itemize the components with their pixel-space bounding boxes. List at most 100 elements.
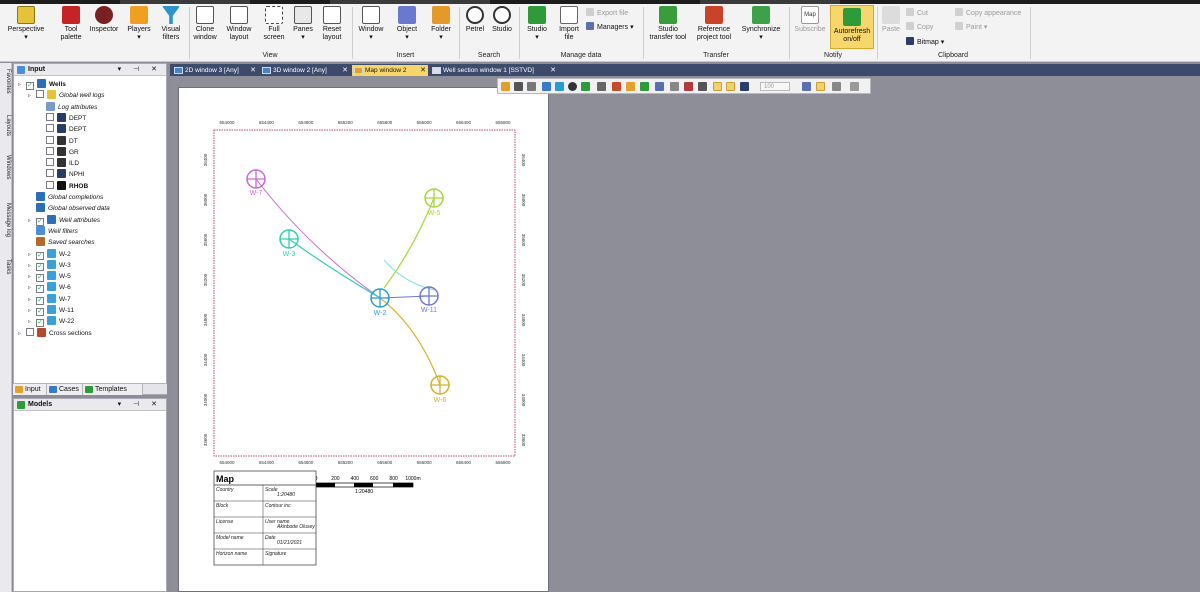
well-marker[interactable]: W-6 [430,375,450,404]
visibility-checkbox[interactable] [46,112,54,121]
zoom-icon[interactable] [568,82,577,91]
close-icon[interactable]: ✕ [342,65,348,76]
close-icon[interactable]: ✕ [420,65,426,76]
tree-item[interactable]: ILD [38,158,79,169]
tree-item[interactable]: GR [38,146,79,158]
tab-templates[interactable]: Templates [83,384,143,395]
tree-item[interactable]: Saved searches [28,237,95,248]
autorefresh-button[interactable]: Autorefresh on/off [830,5,874,49]
petrel-search-button[interactable]: Petrel [462,6,488,34]
visibility-checkbox[interactable] [46,180,54,189]
home-icon[interactable] [542,82,551,91]
tool-palette-button[interactable]: Tool palette [54,6,88,42]
visibility-checkbox[interactable]: ✓ [36,285,44,294]
tab-well-section-window-1[interactable]: Well section window 1 [SSTVD] ✕ [430,65,558,76]
zoom-value-field[interactable]: 100 [760,82,790,91]
side-tab-message-log[interactable]: Message log [1,203,11,237]
reset-layout-button[interactable]: Reset layout [318,6,346,42]
pick-icon[interactable] [527,82,536,91]
settings-icon[interactable] [655,82,664,91]
perspective-button[interactable]: Perspective ▾ [6,6,46,42]
copy-appearance-button[interactable]: Copy appearance [955,8,1021,18]
tree-item[interactable]: ▹ Cross sections [18,327,92,340]
subscribe-button[interactable]: Map Subscribe [792,6,828,34]
bitmap-button[interactable]: Bitmap ▾ [906,37,944,47]
tree-item[interactable]: ▹ Global well logs [28,90,105,101]
visibility-checkbox[interactable] [46,146,54,155]
visibility-checkbox[interactable]: ✓ [36,262,44,271]
fit-icon[interactable] [581,82,590,91]
side-tab-tasks[interactable]: Tasks [1,259,11,274]
managers-button[interactable]: Managers ▾ [586,22,634,32]
view-icon[interactable] [597,82,606,91]
pin-icon[interactable] [850,82,859,91]
paint-button[interactable]: Paint ▾ [955,22,987,32]
visibility-checkbox[interactable] [36,90,44,99]
expand-arrow-icon[interactable]: ▹ [18,329,26,340]
tree-item[interactable]: ▹ ✓ Wells [18,79,66,90]
tree-item[interactable]: ▹ ✓ W-6 [28,282,71,294]
grid-icon[interactable] [802,82,811,91]
visibility-checkbox[interactable]: ✓ [36,274,44,283]
reference-project-tool-button[interactable]: Reference project tool [692,6,736,42]
close-icon[interactable]: ✕ [550,65,556,76]
studio-transfer-tool-button[interactable]: Studio transfer tool [646,6,690,42]
export-file-button[interactable]: Export file [586,8,628,18]
players-button[interactable]: Players ▾ [124,6,154,42]
visibility-checkbox[interactable]: ✓ [36,217,44,226]
object-button[interactable]: Object ▾ [392,6,422,42]
copy-button[interactable]: Copy [906,22,933,32]
measure-icon[interactable] [640,82,649,91]
side-tab-layouts[interactable]: Layouts [1,115,11,136]
toggle-icon[interactable] [713,82,722,91]
full-screen-button[interactable]: Full screen [260,6,288,42]
panes-button[interactable]: Panes ▾ [290,6,316,42]
tab-map-window-2[interactable]: Map window 2 ✕ [352,65,428,76]
tab-input[interactable]: Input [13,384,47,395]
tree-item[interactable]: ▹ ✓ W-11 [28,305,74,316]
well-marker[interactable]: W-7 [246,169,266,197]
visibility-checkbox[interactable] [46,158,54,167]
visual-filters-button[interactable]: Visual filters [156,6,186,42]
tree-item[interactable]: Well filters [28,225,78,237]
panel-controls[interactable]: ▾ ⊣ ✕ [118,64,162,76]
import-file-button[interactable]: Import file [555,6,583,42]
visibility-checkbox[interactable]: ✓ [36,251,44,260]
paste-button[interactable]: Paste [880,6,902,34]
tree-item[interactable]: ▹ ✓ W-5 [28,271,71,283]
visibility-checkbox[interactable] [46,135,54,144]
axis-icon[interactable] [816,82,825,91]
tree-item[interactable]: ▹ ✓ W-22 [28,316,74,328]
tab-2d-window-3[interactable]: 2D window 3 [Any] ✕ [172,65,258,76]
visibility-checkbox[interactable] [46,124,54,133]
panel-controls[interactable]: ▾ ⊣ ✕ [118,399,162,411]
side-tab-favorites[interactable]: Favorites [1,69,11,94]
pan-icon[interactable] [555,82,564,91]
tree-item[interactable]: DT [38,135,78,147]
tab-3d-window-2[interactable]: 3D window 2 [Any] ✕ [260,65,350,76]
tree-item[interactable]: Global observed data [28,203,110,214]
layers-icon[interactable] [698,82,707,91]
map-canvas[interactable]: 654000 654400 654800 655200 655600 656000 6564… [179,88,550,592]
paint-tool-icon[interactable] [612,82,621,91]
well-marker[interactable]: W-5 [424,188,444,217]
cut-button[interactable]: Cut [906,8,928,18]
tree-item[interactable]: ▹ ✓ Well attributes [28,214,100,226]
tree-item[interactable]: DEPT [38,112,86,124]
expand-arrow-icon[interactable]: ▹ [18,80,26,91]
draw-icon[interactable] [626,82,635,91]
legend-icon[interactable] [832,82,841,91]
visibility-checkbox[interactable]: ✓ [36,308,44,316]
camera-icon[interactable] [726,82,735,91]
folder-button[interactable]: Folder ▾ [426,6,456,42]
tree-item[interactable]: Global completions [28,192,103,203]
window-button[interactable]: Window ▾ [355,6,387,42]
tab-cases[interactable]: Cases [47,384,83,395]
visibility-checkbox[interactable]: ✓ [26,82,34,90]
tree-item[interactable]: Log attributes [38,101,97,113]
studio-button[interactable]: Studio ▾ [523,6,551,42]
synchronize-button[interactable]: Synchronize ▾ [740,6,782,42]
tree-item[interactable]: NPHI [38,169,85,180]
visibility-checkbox[interactable] [46,169,54,178]
well-marker[interactable]: W-11 [419,286,439,314]
